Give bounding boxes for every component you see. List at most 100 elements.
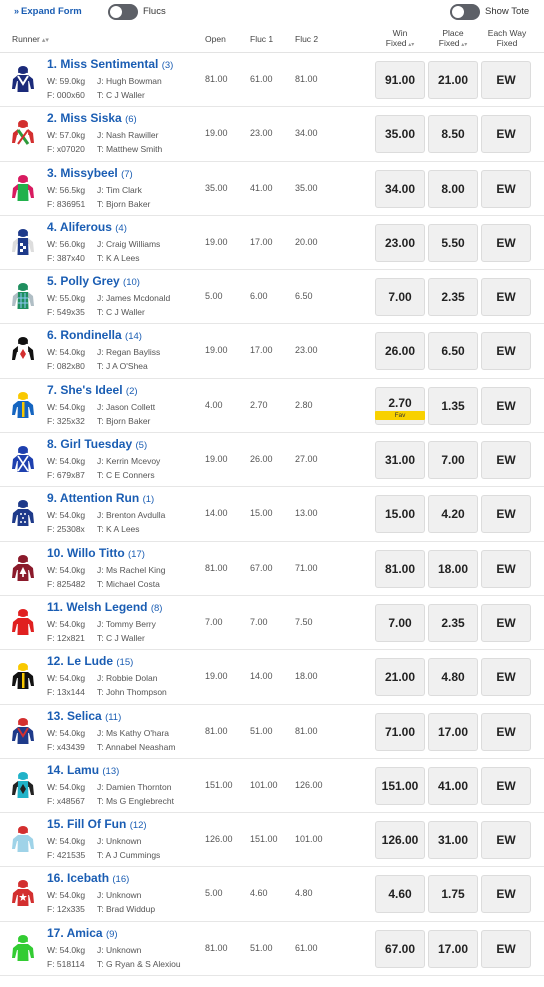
runner-sort-header[interactable]: Runner ▴▾ xyxy=(12,34,49,44)
fluc1-price: 101.00 xyxy=(250,779,278,790)
runner-name-link[interactable]: 3. Missybeel (7) xyxy=(47,166,133,180)
runner-name-link[interactable]: 17. Amica (9) xyxy=(47,926,118,940)
each-way-button[interactable]: EW xyxy=(481,766,531,805)
runner-name: 10. Willo Titto xyxy=(47,545,125,560)
win-odds-button[interactable]: 26.00 xyxy=(375,332,425,371)
place-odds-button[interactable]: 4.20 xyxy=(428,495,478,534)
win-odds-button[interactable]: 35.00 xyxy=(375,115,425,154)
each-way-button[interactable]: EW xyxy=(481,115,531,154)
place-odds-button[interactable]: 1.75 xyxy=(428,875,478,914)
runner-name-link[interactable]: 10. Willo Titto (17) xyxy=(47,546,145,560)
runner-row: 11. Welsh Legend (8) W: 54.0kg J: Tommy B… xyxy=(0,596,544,651)
place-odds-button[interactable]: 41.00 xyxy=(428,766,478,805)
place-odds-button[interactable]: 5.50 xyxy=(428,223,478,262)
win-odds-button[interactable]: 7.00 xyxy=(375,603,425,642)
win-odds-button[interactable]: 23.00 xyxy=(375,223,425,262)
flucs-toggle[interactable] xyxy=(108,4,138,20)
each-way-button[interactable]: EW xyxy=(481,223,531,262)
runner-row: 16. Icebath (16) W: 54.0kg J: Unknown F: … xyxy=(0,867,544,922)
place-odds-button[interactable]: 18.00 xyxy=(428,549,478,588)
win-fixed-header[interactable]: Win Fixed ▴▾ xyxy=(375,28,425,50)
form-text: F: 387x40 xyxy=(47,252,85,263)
runner-name-link[interactable]: 13. Selica (11) xyxy=(47,709,121,723)
place-odds-button[interactable]: 17.00 xyxy=(428,929,478,968)
place-odds-button[interactable]: 6.50 xyxy=(428,332,478,371)
each-way-button[interactable]: EW xyxy=(481,495,531,534)
runner-name: 4. Aliferous xyxy=(47,219,112,234)
win-odds-button[interactable]: 81.00 xyxy=(375,549,425,588)
place-fixed-header[interactable]: Place Fixed ▴▾ xyxy=(428,28,478,50)
win-header-line1: Win xyxy=(392,28,408,38)
open-price: 5.00 xyxy=(205,888,223,899)
runner-name-link[interactable]: 9. Attention Run (1) xyxy=(47,491,154,505)
expand-form-button[interactable]: » Expand Form xyxy=(14,6,82,17)
jockey-text: J: Robbie Dolan xyxy=(97,673,158,684)
fluc2-price: 23.00 xyxy=(295,345,318,356)
place-odds-button[interactable]: 7.00 xyxy=(428,441,478,480)
place-odds-button[interactable]: 2.35 xyxy=(428,278,478,317)
each-way-button[interactable]: EW xyxy=(481,603,531,642)
fluc1-price: 14.00 xyxy=(250,671,273,682)
runner-form-trainer: F: 421535 T: A J Cummings xyxy=(47,850,160,860)
runner-name-link[interactable]: 4. Aliferous (4) xyxy=(47,220,127,234)
jockey-silk-icon xyxy=(10,390,36,420)
place-odds-button[interactable]: 17.00 xyxy=(428,712,478,751)
place-odds-button[interactable]: 21.00 xyxy=(428,61,478,99)
place-odds-button[interactable]: 8.50 xyxy=(428,115,478,154)
place-odds-button[interactable]: 1.35 xyxy=(428,386,478,425)
runner-name-link[interactable]: 1. Miss Sentimental (3) xyxy=(47,57,173,71)
place-odds-button[interactable]: 8.00 xyxy=(428,169,478,208)
runner-name-link[interactable]: 2. Miss Siska (6) xyxy=(47,111,137,125)
jockey-text: J: Kerrin Mcevoy xyxy=(97,456,161,467)
place-odds-button[interactable]: 4.80 xyxy=(428,658,478,697)
runner-weight-jockey: W: 56.5kg J: Tim Clark xyxy=(47,185,142,195)
each-way-button[interactable]: EW xyxy=(481,549,531,588)
each-way-button[interactable]: EW xyxy=(481,169,531,208)
place-odds-button[interactable]: 2.35 xyxy=(428,603,478,642)
runner-name-link[interactable]: 12. Le Lude (15) xyxy=(47,654,133,668)
each-way-button[interactable]: EW xyxy=(481,929,531,968)
fluc1-header: Fluc 1 xyxy=(250,34,274,44)
runner-weight-jockey: W: 54.0kg J: Regan Bayliss xyxy=(47,347,160,357)
win-odds-button[interactable]: 91.00 xyxy=(375,61,425,99)
runner-row: 1. Miss Sentimental (3) W: 59.0kg J: Hugh… xyxy=(0,53,544,108)
win-odds-button[interactable]: 34.00 xyxy=(375,169,425,208)
each-way-button[interactable]: EW xyxy=(481,441,531,480)
win-odds-button[interactable]: 7.00 xyxy=(375,278,425,317)
each-way-button[interactable]: EW xyxy=(481,332,531,371)
each-way-button[interactable]: EW xyxy=(481,386,531,425)
win-odds-button[interactable]: 31.00 xyxy=(375,441,425,480)
each-way-button[interactable]: EW xyxy=(481,278,531,317)
double-chevron-down-icon: » xyxy=(14,6,20,16)
win-odds-button[interactable]: 67.00 xyxy=(375,929,425,968)
runner-name-link[interactable]: 8. Girl Tuesday (5) xyxy=(47,437,147,451)
runner-name-link[interactable]: 7. She's Ideel (2) xyxy=(47,383,138,397)
each-way-button[interactable]: EW xyxy=(481,61,531,99)
each-way-button[interactable]: EW xyxy=(481,658,531,697)
win-odds-button[interactable]: 21.00 xyxy=(375,658,425,697)
each-way-button[interactable]: EW xyxy=(481,821,531,860)
runner-name: 9. Attention Run xyxy=(47,491,140,506)
runner-weight-jockey: W: 59.0kg J: Hugh Bowman xyxy=(47,76,162,86)
form-text: F: 12x821 xyxy=(47,632,85,643)
win-odds-button[interactable]: 4.60 xyxy=(375,875,425,914)
each-way-button[interactable]: EW xyxy=(481,712,531,751)
each-way-button[interactable]: EW xyxy=(481,875,531,914)
show-tote-toggle[interactable] xyxy=(450,4,480,20)
runner-name-link[interactable]: 15. Fill Of Fun (12) xyxy=(47,817,147,831)
win-odds-button[interactable]: 71.00 xyxy=(375,712,425,751)
win-odds-button[interactable]: 15.00 xyxy=(375,495,425,534)
win-odds-button[interactable]: 151.00 xyxy=(375,766,425,805)
runner-name-link[interactable]: 16. Icebath (16) xyxy=(47,871,129,885)
runner-row: 9. Attention Run (1) W: 54.0kg J: Brenton… xyxy=(0,487,544,542)
runner-name-link[interactable]: 11. Welsh Legend (8) xyxy=(47,600,162,614)
form-text: F: 679x87 xyxy=(47,470,85,481)
runner-name-link[interactable]: 14. Lamu (13) xyxy=(47,763,119,777)
runner-name-link[interactable]: 6. Rondinella (14) xyxy=(47,328,142,342)
win-odds-button[interactable]: 126.00 xyxy=(375,821,425,860)
runner-name-link[interactable]: 5. Polly Grey (10) xyxy=(47,274,140,288)
jockey-silk-icon xyxy=(10,444,36,474)
place-header-line1: Place xyxy=(442,28,464,38)
jockey-silk-icon xyxy=(10,770,36,800)
place-odds-button[interactable]: 31.00 xyxy=(428,821,478,860)
